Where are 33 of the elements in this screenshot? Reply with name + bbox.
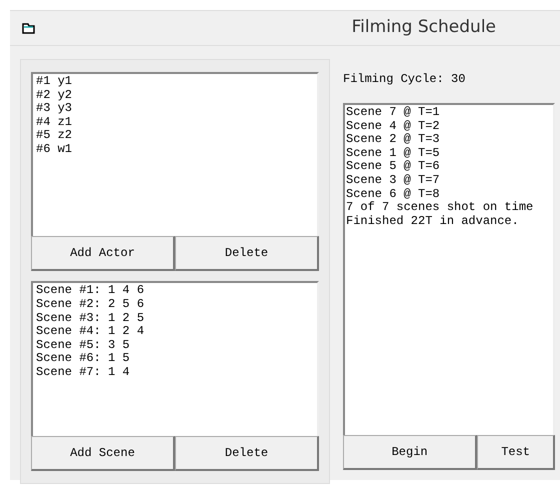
scene-list[interactable]: Scene #1: 1 4 6 Scene #2: 2 5 6 Scene #3: 1 2 5 Scene #4: 1 2 4 Scene #5: 3 5 Scene #6: 1 5 Scene #7: 1 4 (31, 281, 319, 436)
log-line: Finished 22T in advance. (346, 214, 520, 228)
scene-item[interactable]: Scene #3: 1 2 5 (36, 312, 314, 326)
actor-item[interactable]: #2 y2 (36, 88, 314, 102)
log-line: Scene 3 @ T=7 (346, 174, 441, 188)
cycle-label: Filming Cycle: 30 (343, 73, 466, 88)
log-line: 7 of 7 scenes shot on time (346, 201, 534, 215)
scene-item[interactable]: Scene #6: 1 5 (36, 352, 314, 366)
actor-list[interactable]: #1 y1 #2 y2 #3 y3 #4 z1 #5 z2 #6 w1 (31, 72, 319, 236)
actor-item[interactable]: #3 y3 (36, 102, 314, 116)
scene-item[interactable]: Scene #1: 1 4 6 (36, 284, 314, 298)
scene-item[interactable]: Scene #4: 1 2 4 (36, 325, 314, 339)
delete-button[interactable]: Delete (175, 236, 319, 272)
log-line: Scene 4 @ T=2 (346, 120, 441, 133)
window-title: Filming Schedule (352, 16, 496, 40)
actor-item[interactable]: #4 z1 (36, 116, 314, 130)
test-button[interactable]: Test (477, 435, 555, 470)
log-line: Scene 2 @ T=3 (346, 133, 441, 147)
actor-item[interactable]: #1 y1 (36, 75, 314, 89)
log-line: Scene 5 @ T=6 (346, 160, 441, 174)
actor-item[interactable]: #6 w1 (36, 142, 314, 157)
actor-item[interactable]: #5 z2 (36, 129, 314, 143)
scene-item[interactable]: Scene #2: 2 5 6 (36, 298, 314, 312)
scene-item[interactable]: Scene #7: 1 4 (36, 366, 314, 380)
log-line: Scene 7 @ T=1 (346, 106, 441, 120)
begin-button[interactable]: Begin (343, 435, 478, 470)
scene-item[interactable]: Scene #5: 3 5 (36, 338, 314, 352)
delete-button[interactable]: Delete (175, 436, 319, 471)
log-line: Scene 1 @ T=5 (346, 146, 441, 160)
add-button[interactable]: Add Scene (31, 436, 175, 471)
add-button[interactable]: Add Actor (31, 236, 175, 272)
log-line: Scene 6 @ T=8 (346, 188, 441, 201)
app-icon (22, 22, 35, 34)
